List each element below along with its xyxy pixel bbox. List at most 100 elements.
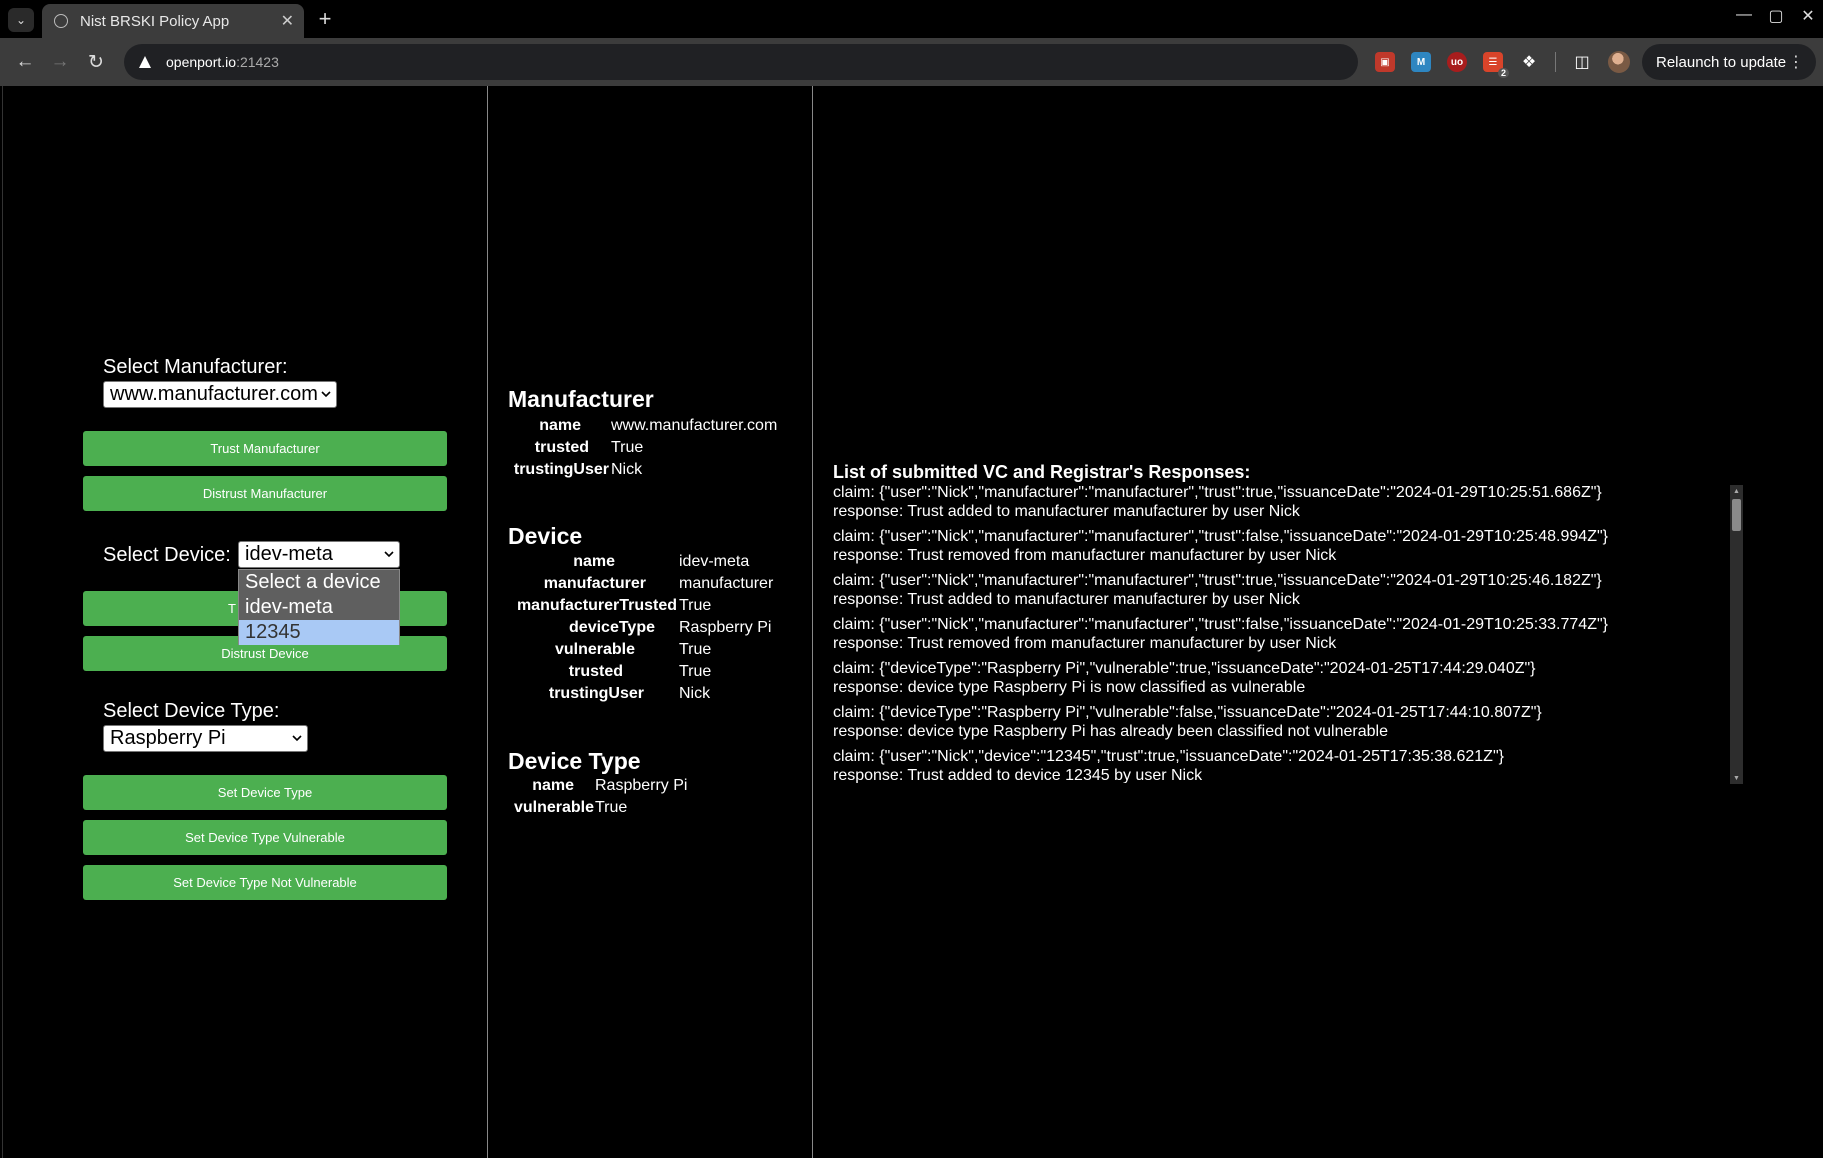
back-icon[interactable]: ← [13, 50, 37, 74]
detail-value: Raspberry Pi [679, 619, 772, 636]
device-type-select-value: Raspberry Pi [110, 727, 226, 749]
relaunch-button[interactable]: Relaunch to update ⋮ [1642, 44, 1816, 80]
chevron-down-icon [383, 549, 395, 561]
detail-key: trustingUser [548, 685, 644, 702]
profile-avatar[interactable] [1608, 51, 1630, 73]
log-title: List of submitted VC and Registrar's Res… [833, 462, 1251, 482]
column-divider-right [812, 86, 813, 1158]
url-port: :21423 [236, 54, 279, 70]
forward-icon[interactable]: → [48, 50, 72, 74]
log-response: response: Trust removed from manufacture… [833, 547, 1337, 564]
detail-key: name [539, 417, 581, 434]
page-left-border [2, 86, 3, 1158]
log-entry: claim: {"user":"Nick","manufacturer":"ma… [833, 615, 1728, 653]
log-claim: claim: {"user":"Nick","manufacturer":"ma… [833, 484, 1602, 501]
dropdown-option-highlighted[interactable]: 12345 [239, 620, 399, 645]
minimize-icon[interactable]: — [1730, 6, 1758, 24]
detail-value: Nick [611, 461, 643, 478]
detail-key: manufacturerTrusted [516, 597, 677, 614]
manufacturer-select-label: Select Manufacturer: [103, 356, 288, 378]
detail-key: name [573, 553, 615, 570]
trust-device-button-label: T [228, 601, 236, 616]
detail-key: manufacturer [543, 575, 646, 592]
log-entry: claim: {"user":"Nick","manufacturer":"ma… [833, 527, 1728, 565]
device-section-title: Device [508, 523, 583, 549]
scrollbar-thumb[interactable] [1732, 499, 1741, 531]
detail-key: vulnerable [554, 641, 635, 658]
detail-value: True [679, 663, 712, 680]
extension-count-badge: 2 [1497, 68, 1509, 78]
extension-m-icon[interactable]: M [1411, 52, 1431, 72]
device-type-select[interactable]: Raspberry Pi [103, 725, 308, 752]
manufacturer-select[interactable]: www.manufacturer.com [103, 381, 337, 408]
close-window-icon[interactable]: ✕ [1794, 6, 1822, 26]
relaunch-label: Relaunch to update [1656, 53, 1787, 71]
extension-badge-icon[interactable]: ☰ 2 [1483, 52, 1509, 78]
device-select-label: Select Device: [103, 544, 231, 566]
dropdown-option[interactable]: Select a device [239, 570, 399, 595]
distrust-manufacturer-button[interactable]: Distrust Manufacturer [83, 476, 447, 511]
detail-key: trustingUser [513, 461, 609, 478]
log-response: response: device type Raspberry Pi has a… [833, 723, 1388, 740]
tab-title: Nist BRSKI Policy App [80, 12, 230, 30]
log-response: response: Trust added to device 12345 by… [833, 767, 1203, 783]
detail-key: deviceType [569, 619, 655, 636]
device-dropdown-list: Select a device idev-meta 12345 [238, 569, 400, 645]
side-panel-icon[interactable]: ◫ [1572, 52, 1592, 72]
set-device-type-not-vulnerable-button[interactable]: Set Device Type Not Vulnerable [83, 865, 447, 900]
maximize-icon[interactable]: ▢ [1762, 6, 1790, 26]
set-device-type-vulnerable-button[interactable]: Set Device Type Vulnerable [83, 820, 447, 855]
dropdown-option[interactable]: idev-meta [239, 595, 399, 620]
log-scrollbar[interactable]: ▲ ▼ [1730, 485, 1743, 784]
reload-icon[interactable]: ↻ [84, 50, 108, 74]
log-claim: claim: {"deviceType":"Raspberry Pi","vul… [833, 660, 1536, 677]
device-type-section-title: Device Type [508, 748, 641, 774]
detail-value: True [679, 641, 712, 658]
not-secure-warning-icon[interactable] [136, 53, 154, 71]
scroll-down-icon[interactable]: ▼ [1730, 772, 1743, 784]
detail-value: True [595, 799, 628, 816]
detail-value: manufacturer [679, 575, 774, 592]
address-bar[interactable]: openport.io :21423 [124, 44, 1358, 80]
tab-search-button[interactable]: ⌄ [8, 8, 34, 32]
chevron-down-icon [291, 733, 303, 745]
ublock-icon[interactable]: uo [1447, 52, 1467, 72]
detail-key: trusted [534, 439, 589, 456]
log-claim: claim: {"user":"Nick","manufacturer":"ma… [833, 572, 1602, 589]
extension-icon[interactable]: ▣ [1375, 52, 1395, 72]
tab-strip: ⌄ Nist BRSKI Policy App ✕ + — ▢ ✕ [0, 0, 1823, 38]
detail-value: Nick [679, 685, 711, 702]
device-select-value: idev-meta [245, 543, 333, 565]
vc-log-list[interactable]: claim: {"user":"Nick","manufacturer":"ma… [833, 483, 1728, 783]
close-tab-icon[interactable]: ✕ [281, 11, 294, 31]
detail-key: vulnerable [513, 799, 594, 816]
device-select[interactable]: idev-meta [238, 541, 400, 568]
log-claim: claim: {"user":"Nick","device":"12345","… [833, 748, 1504, 765]
log-response: response: Trust added to manufacturer ma… [833, 503, 1300, 520]
log-entry: claim: {"user":"Nick","device":"12345","… [833, 747, 1728, 783]
log-entry: claim: {"deviceType":"Raspberry Pi","vul… [833, 703, 1728, 741]
log-response: response: Trust added to manufacturer ma… [833, 591, 1300, 608]
detail-value: www.manufacturer.com [611, 417, 778, 434]
log-response: response: Trust removed from manufacture… [833, 635, 1337, 652]
log-entry: claim: {"deviceType":"Raspberry Pi","vul… [833, 659, 1728, 697]
browser-tab[interactable]: Nist BRSKI Policy App ✕ [42, 4, 304, 38]
detail-value: Raspberry Pi [595, 777, 688, 794]
log-claim: claim: {"deviceType":"Raspberry Pi","vul… [833, 704, 1542, 721]
puzzle-extensions-icon[interactable]: ❖ [1519, 52, 1539, 72]
browser-toolbar: ← → ↻ openport.io :21423 ▣ M uo ☰ 2 ❖ ◫ R… [0, 38, 1823, 86]
new-tab-button[interactable]: + [312, 6, 338, 32]
more-menu-icon[interactable]: ⋮ [1788, 52, 1804, 72]
detail-key: trusted [568, 663, 623, 680]
log-entry: claim: {"user":"Nick","manufacturer":"ma… [833, 571, 1728, 609]
log-entry: claim: {"user":"Nick","manufacturer":"ma… [833, 483, 1728, 521]
detail-value: True [611, 439, 644, 456]
chevron-down-icon [320, 389, 332, 401]
device-type-select-label: Select Device Type: [103, 700, 280, 722]
detail-value: idev-meta [679, 553, 750, 570]
log-response: response: device type Raspberry Pi is no… [833, 679, 1306, 696]
log-claim: claim: {"user":"Nick","manufacturer":"ma… [833, 528, 1608, 545]
scroll-up-icon[interactable]: ▲ [1730, 485, 1743, 497]
page-content: Select Manufacturer: www.manufacturer.co… [0, 86, 1823, 1158]
url-host: openport.io [166, 54, 237, 70]
